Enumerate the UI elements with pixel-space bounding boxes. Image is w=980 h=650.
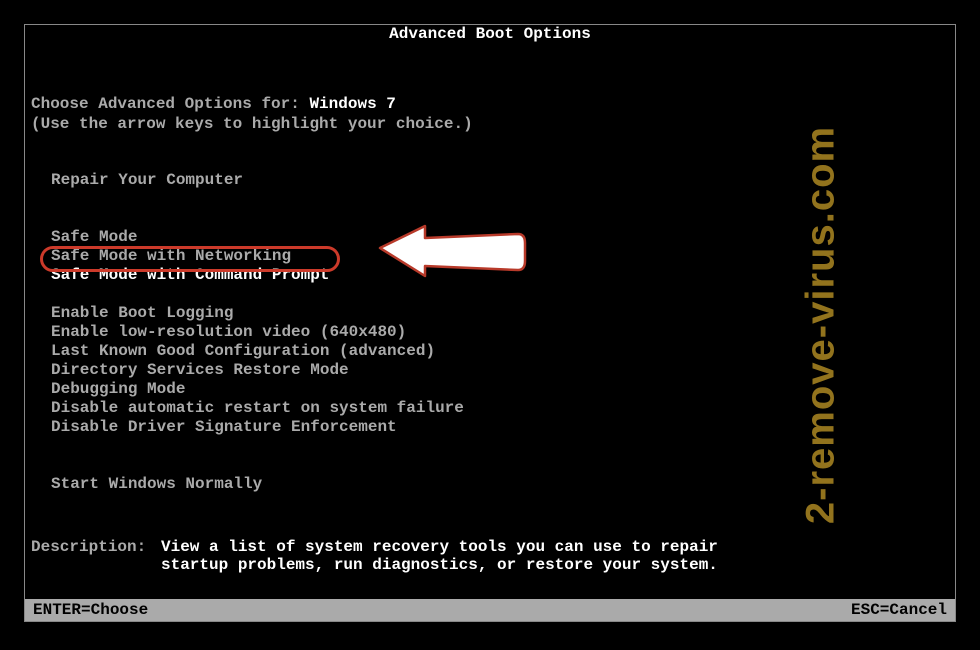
footer-esc: ESC=Cancel: [851, 601, 947, 619]
footer-enter: ENTER=Choose: [33, 601, 148, 619]
footer-bar: ENTER=Choose ESC=Cancel: [25, 599, 955, 621]
screen-title: Advanced Boot Options: [379, 25, 601, 43]
watermark-text: 2-remove-virus.com: [798, 126, 843, 524]
description-label: Description:: [31, 538, 161, 574]
prompt-line: Choose Advanced Options for: Windows 7: [31, 95, 949, 113]
description-text: View a list of system recovery tools you…: [161, 538, 761, 574]
os-name: Windows 7: [309, 95, 395, 113]
prompt-prefix: Choose Advanced Options for:: [31, 95, 309, 113]
description-section: Description: View a list of system recov…: [31, 538, 949, 574]
highlighted-option-text: Safe Mode with Command Prompt: [51, 266, 329, 285]
